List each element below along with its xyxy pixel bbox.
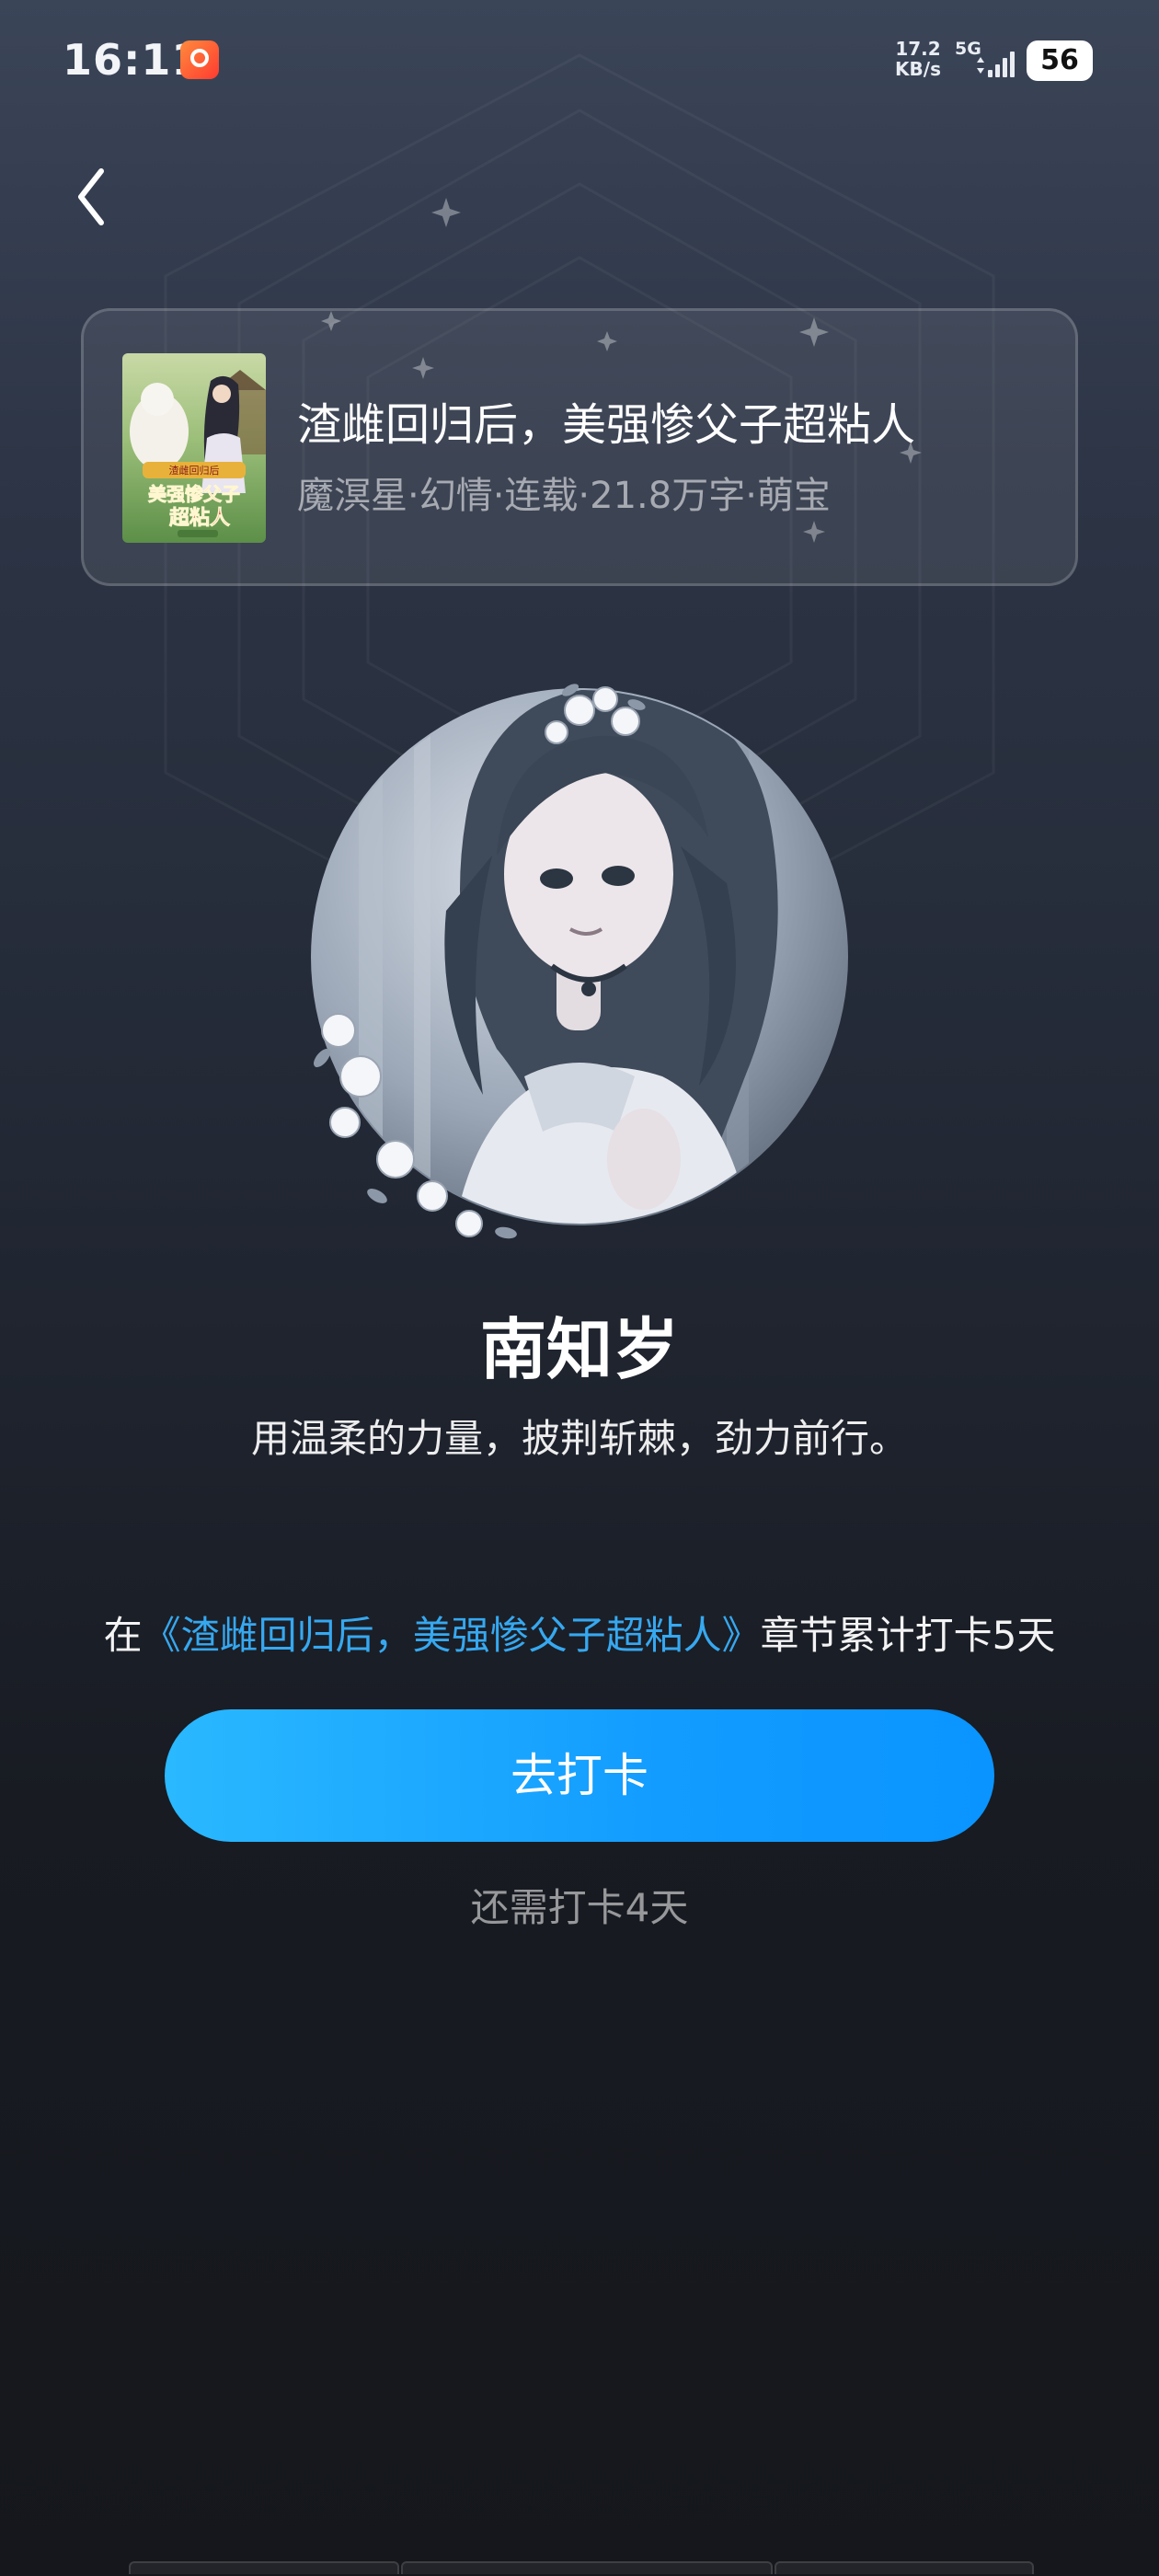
checkin-prefix: 在	[103, 1613, 143, 1658]
book-title-link[interactable]: 《渣雌回归后，美强惨父子超粘人》	[143, 1613, 761, 1658]
go-checkin-button[interactable]: 去打卡	[165, 1709, 994, 1842]
checkin-suffix: 章节累计打卡5天	[760, 1613, 1056, 1658]
book-card[interactable]: 渣雌回归后 美强惨父子 超粘人 渣雌回归后，美强惨父子超粘人 魔溟星·幻情·连载…	[81, 308, 1078, 586]
svg-text:美强惨父子: 美强惨父子	[148, 483, 240, 505]
network-speed: 17.2 KB/s	[890, 39, 946, 79]
bottom-tab-hint	[129, 2561, 1034, 2576]
network-speed-value: 17.2	[895, 38, 941, 60]
app-notification-icon	[180, 40, 219, 79]
status-bar: 16:11 17.2 KB/s 5G 56	[0, 0, 1159, 120]
battery-indicator: 56	[1027, 40, 1093, 81]
checkin-progress-text: 在《渣雌回归后，美强惨父子超粘人》章节累计打卡5天	[0, 1604, 1159, 1661]
character-motto: 用温柔的力量，披荆斩棘，劲力前行。	[250, 1416, 908, 1461]
character-name: 南知岁	[479, 1311, 679, 1388]
signal-icon	[977, 52, 1015, 77]
book-title: 渣雌回归后，美强惨父子超粘人	[297, 399, 916, 451]
svg-text:超粘人: 超粘人	[169, 506, 230, 530]
svg-text:渣雌回归后: 渣雌回归后	[169, 464, 220, 477]
chevron-left-icon[interactable]	[64, 162, 120, 232]
book-meta: 魔溟星·幻情·连载·21.8万字·萌宝	[297, 475, 831, 517]
network-speed-unit: KB/s	[895, 58, 941, 80]
character-avatar	[311, 684, 848, 1239]
remaining-days-hint: 还需打卡4天	[470, 1885, 689, 1930]
book-cover: 渣雌回归后 美强惨父子 超粘人	[122, 353, 266, 543]
